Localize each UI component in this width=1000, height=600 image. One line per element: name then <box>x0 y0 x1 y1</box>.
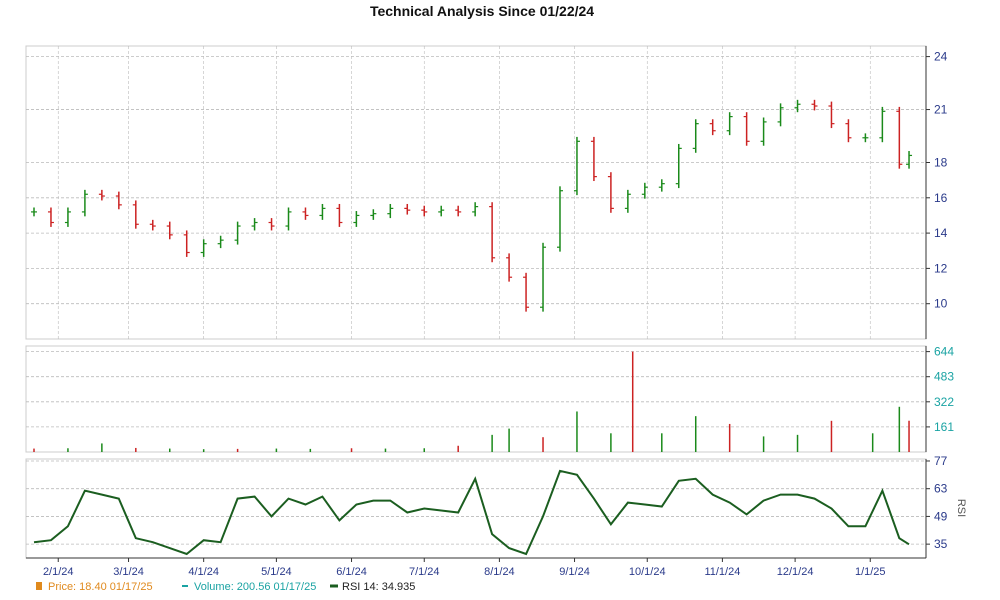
volume-panel <box>25 345 927 453</box>
x-tick-label: 9/1/24 <box>559 566 590 578</box>
price-tick-label: 14 <box>934 226 948 240</box>
rsi-axis-label: RSI <box>955 499 967 517</box>
price-legend-label: Price: 18.40 01/17/25 <box>48 581 153 593</box>
rsi-panel <box>25 458 927 559</box>
x-tick-label: 12/1/24 <box>777 566 814 578</box>
price-tick-label: 21 <box>934 103 948 117</box>
x-tick-label: 1/1/25 <box>855 566 886 578</box>
x-tick-label: 3/1/24 <box>113 566 144 578</box>
rsi-legend-label: RSI 14: 34.935 <box>342 581 415 593</box>
rsi-tick-label: 49 <box>934 509 948 523</box>
legend: Price: 18.40 01/17/25 Volume: 200.56 01/… <box>36 581 415 593</box>
rsi-tick-label: 77 <box>934 454 948 468</box>
x-tick-label: 11/1/24 <box>704 566 740 578</box>
x-tick-label: 2/1/24 <box>43 566 74 578</box>
x-tick-label: 4/1/24 <box>188 566 219 578</box>
rsi-tick-label: 35 <box>934 537 948 551</box>
x-tick-label: 7/1/24 <box>409 566 440 578</box>
price-tick-label: 16 <box>934 191 948 205</box>
volume-tick-label: 483 <box>934 370 954 384</box>
price-tick-label: 10 <box>934 297 948 311</box>
technical-analysis-chart: Technical Analysis Since 01/22/24 10 12 14… <box>25 3 967 593</box>
x-tick-label: 5/1/24 <box>261 566 292 578</box>
price-panel <box>25 45 927 340</box>
rsi-line <box>33 469 910 556</box>
x-tick-label: 8/1/24 <box>484 566 515 578</box>
chart-title: Technical Analysis Since 01/22/24 <box>370 3 594 19</box>
volume-tick-label: 161 <box>934 420 954 434</box>
price-legend-swatch <box>36 582 42 590</box>
x-tick-label: 6/1/24 <box>336 566 367 578</box>
price-tick-label: 18 <box>934 155 948 169</box>
volume-tick-label: 644 <box>934 345 954 359</box>
rsi-tick-label: 63 <box>934 482 948 496</box>
volume-legend-label: Volume: 200.56 01/17/25 <box>194 581 316 593</box>
x-tick-label: 10/1/24 <box>629 566 666 578</box>
volume-tick-label: 322 <box>934 395 954 409</box>
price-tick-label: 24 <box>934 50 948 64</box>
price-tick-label: 12 <box>934 261 948 275</box>
